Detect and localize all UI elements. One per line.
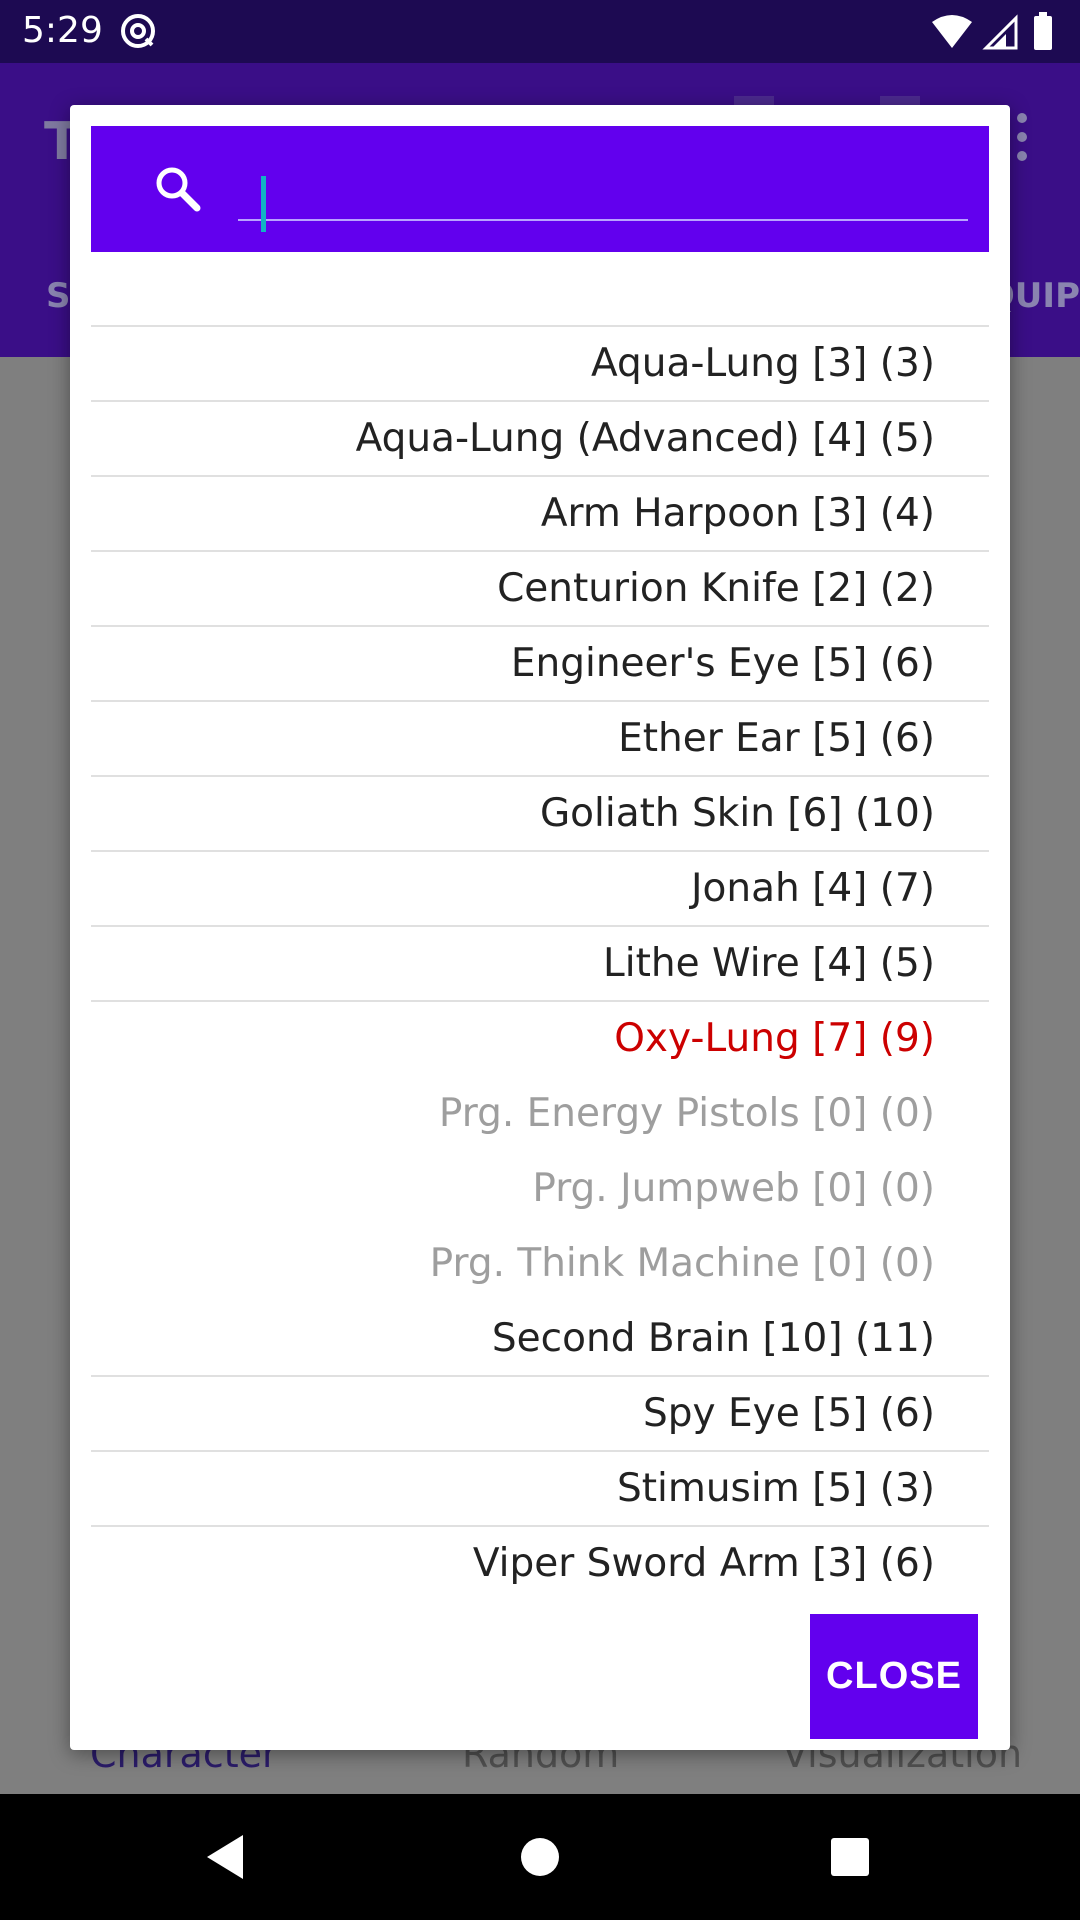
home-icon — [521, 1838, 559, 1876]
list-item[interactable]: Centurion Knife [2] (2) — [91, 552, 989, 627]
list-item-empty[interactable] — [91, 252, 989, 327]
list-item[interactable]: Arm Harpoon [3] (4) — [91, 477, 989, 552]
item-list[interactable]: Aqua-Lung [3] (3) Aqua-Lung (Advanced) [… — [91, 252, 989, 1688]
wifi-icon — [932, 15, 972, 48]
status-time: 5:29 — [22, 10, 103, 51]
search-input[interactable] — [238, 146, 968, 221]
recents-button[interactable] — [790, 1794, 910, 1920]
system-nav-bar — [0, 1794, 1080, 1920]
list-item[interactable]: Lithe Wire [4] (5) — [91, 927, 989, 1002]
list-item-disabled: Prg. Jumpweb [0] (0) — [532, 1166, 935, 1211]
list-item[interactable]: Jonah [4] (7) — [91, 852, 989, 927]
at-icon — [121, 14, 155, 48]
status-icons — [932, 12, 1052, 50]
status-bar: 5:29 — [0, 0, 1080, 63]
text-caret — [261, 176, 266, 232]
overflow-menu-icon[interactable] — [1012, 112, 1032, 162]
list-item[interactable]: Aqua-Lung (Advanced) [4] (5) — [91, 402, 989, 477]
list-item[interactable]: Aqua-Lung [3] (3) — [91, 327, 989, 402]
list-item[interactable]: Ether Ear [5] (6) — [91, 702, 989, 777]
search-header — [91, 126, 989, 252]
back-icon — [207, 1835, 243, 1879]
list-item[interactable]: Second Brain [10] (11) — [91, 1302, 989, 1377]
list-item[interactable]: Goliath Skin [6] (10) — [91, 777, 989, 852]
battery-icon — [1034, 16, 1052, 50]
list-item-highlighted[interactable]: Oxy-Lung [7] (9) — [91, 1002, 989, 1077]
selection-dialog: Aqua-Lung [3] (3) Aqua-Lung (Advanced) [… — [70, 105, 1010, 1750]
tab-left[interactable]: S — [46, 276, 71, 316]
back-button[interactable] — [165, 1794, 285, 1920]
list-item[interactable]: Spy Eye [5] (6) — [91, 1377, 989, 1452]
recents-icon — [831, 1838, 869, 1876]
screen: 5:29 T S QUIP Character Random Visualiza… — [0, 0, 1080, 1920]
list-item[interactable]: Viper Sword Arm [3] (6) — [91, 1527, 989, 1602]
list-item-disabled: Prg. Think Machine [0] (0) — [429, 1241, 935, 1286]
list-item-disabled: Prg. Energy Pistols [0] (0) — [438, 1091, 935, 1136]
close-button[interactable]: CLOSE — [810, 1614, 978, 1739]
search-icon — [156, 167, 201, 212]
home-button[interactable] — [480, 1794, 600, 1920]
list-item[interactable]: Engineer's Eye [5] (6) — [91, 627, 989, 702]
list-item[interactable]: Stimusim [5] (3) — [91, 1452, 989, 1527]
